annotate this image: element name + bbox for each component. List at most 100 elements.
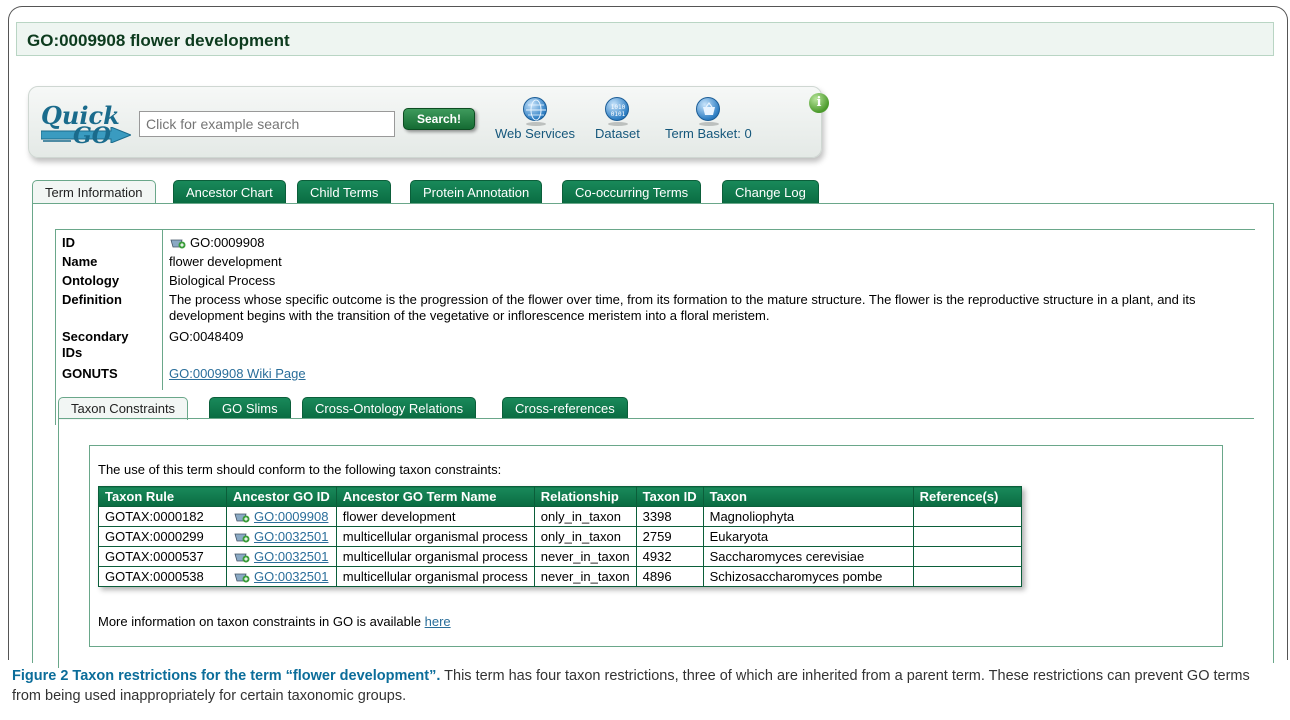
logo-text-go: GO	[73, 123, 111, 149]
database-icon: 1010 0101	[605, 97, 630, 126]
id-label: ID	[62, 235, 75, 250]
cell-relationship: never_in_taxon	[533, 546, 637, 567]
term-basket-button[interactable]: Term Basket: 0	[665, 97, 752, 141]
term-details: ID GO:0009908 Name flower development On…	[55, 229, 1255, 425]
cell-relationship: only_in_taxon	[533, 526, 637, 547]
name-label: Name	[62, 254, 98, 269]
quickgo-toolbar: Quick GO Search! Web Services 1010 0101 …	[28, 86, 829, 158]
more-info-text: More information on taxon constraints in…	[98, 614, 451, 629]
gonuts-wiki-link[interactable]: GO:0009908 Wiki Page	[169, 366, 306, 381]
globe-icon	[522, 97, 547, 126]
cell-ancestor-go-id: GO:0032501	[226, 566, 337, 587]
subtab-cross-ontology-relations[interactable]: Cross-Ontology Relations	[302, 397, 477, 419]
secondary-ids-value: GO:0048409	[169, 329, 244, 344]
go-id-link[interactable]: GO:0009908	[254, 509, 328, 524]
col-taxon: Taxon	[702, 486, 914, 507]
name-value: flower development	[169, 254, 282, 269]
ontology-value: Biological Process	[169, 273, 276, 288]
cell-taxon-rule: GOTAX:0000537	[98, 546, 227, 567]
add-to-basket-icon[interactable]	[233, 509, 250, 523]
subtab-cross-references[interactable]: Cross-references	[502, 397, 628, 419]
term-information-panel: ID GO:0009908 Name flower development On…	[32, 203, 1274, 668]
cell-taxon-id: 2759	[635, 526, 704, 547]
figure-caption: Figure 2 Taxon restrictions for the term…	[12, 666, 1282, 706]
column-divider	[162, 230, 163, 390]
search-input[interactable]	[139, 111, 395, 137]
col-taxon-rule: Taxon Rule	[98, 486, 227, 507]
tab-child-terms[interactable]: Child Terms	[297, 180, 392, 204]
table-row: GOTAX:0000299 GO:0032501 multicellular org…	[98, 526, 1022, 547]
web-services-button[interactable]: Web Services	[495, 97, 575, 141]
cell-references	[912, 526, 1022, 547]
term-basket-label: Term Basket: 0	[665, 126, 752, 141]
tab-protein-annotation[interactable]: Protein Annotation	[410, 180, 543, 204]
more-info-link[interactable]: here	[425, 614, 451, 629]
cell-taxon: Eukaryota	[702, 526, 914, 547]
dataset-label: Dataset	[595, 126, 640, 141]
definition-value: The process whose specific outcome is th…	[169, 292, 1196, 323]
add-to-basket-icon[interactable]	[233, 529, 250, 543]
basket-icon	[696, 97, 721, 126]
tab-change-log[interactable]: Change Log	[722, 180, 819, 204]
svg-text:1010: 1010	[611, 104, 626, 111]
col-ancestor-go-id: Ancestor GO ID	[226, 486, 337, 507]
cell-term-name: multicellular organismal process	[335, 566, 535, 587]
tab-ancestor-chart[interactable]: Ancestor Chart	[173, 180, 286, 204]
web-services-label: Web Services	[495, 126, 575, 141]
secondary-label-line1: Secondary	[62, 329, 129, 344]
ontology-label: Ontology	[62, 273, 120, 288]
page-title: GO:0009908 flower development	[16, 22, 1274, 56]
cell-references	[912, 506, 1022, 527]
cell-taxon: Schizosaccharomyces pombe	[702, 566, 914, 587]
cell-references	[912, 546, 1022, 567]
cell-taxon-id: 3398	[635, 506, 704, 527]
cell-references	[912, 566, 1022, 587]
secondary-ids-label: Secondary IDs	[62, 329, 162, 361]
caption-title: Figure 2 Taxon restrictions for the term…	[12, 668, 441, 684]
cell-term-name: flower development	[335, 506, 535, 527]
cell-ancestor-go-id: GO:0032501	[226, 526, 337, 547]
table-row: GOTAX:0000537 GO:0032501 multicellular org…	[98, 546, 1022, 567]
add-to-basket-icon[interactable]	[233, 569, 250, 583]
taxon-intro-text: The use of this term should conform to t…	[98, 462, 502, 477]
add-to-basket-icon[interactable]	[233, 549, 250, 563]
info-icon[interactable]: i	[809, 93, 829, 113]
go-id-link[interactable]: GO:0032501	[254, 569, 328, 584]
subtab-go-slims[interactable]: GO Slims	[209, 397, 291, 419]
go-id-link[interactable]: GO:0032501	[254, 529, 328, 544]
cell-ancestor-go-id: GO:0032501	[226, 546, 337, 567]
cell-taxon: Magnoliophyta	[702, 506, 914, 527]
go-id-link[interactable]: GO:0032501	[254, 549, 328, 564]
cell-taxon-rule: GOTAX:0000538	[98, 566, 227, 587]
cell-term-name: multicellular organismal process	[335, 546, 535, 567]
cell-term-name: multicellular organismal process	[335, 526, 535, 547]
search-button[interactable]: Search!	[403, 108, 475, 130]
col-ancestor-go-term-name: Ancestor GO Term Name	[335, 486, 535, 507]
table-row: GOTAX:0000182 GO:0009908 flower developmen…	[98, 506, 1022, 527]
taxon-table: Taxon Rule Ancestor GO ID Ancestor GO Te…	[98, 486, 1022, 587]
col-taxon-id: Taxon ID	[635, 486, 704, 507]
cell-relationship: never_in_taxon	[533, 566, 637, 587]
taxon-table-header: Taxon Rule Ancestor GO ID Ancestor GO Te…	[98, 486, 1022, 507]
dataset-button[interactable]: 1010 0101 Dataset	[595, 97, 640, 141]
table-row: GOTAX:0000538 GO:0032501 multicellular org…	[98, 566, 1022, 587]
taxon-constraints-box: The use of this term should conform to t…	[89, 445, 1223, 647]
taxon-constraints-panel: The use of this term should conform to t…	[58, 418, 1254, 668]
col-references: Reference(s)	[912, 486, 1022, 507]
id-value: GO:0009908	[190, 235, 265, 250]
col-relationship: Relationship	[533, 486, 637, 507]
definition-label: Definition	[62, 292, 122, 307]
cell-taxon-rule: GOTAX:0000182	[98, 506, 227, 527]
more-info-prefix: More information on taxon constraints in…	[98, 614, 425, 629]
cell-ancestor-go-id: GO:0009908	[226, 506, 337, 527]
id-value-cell: GO:0009908	[169, 235, 1249, 251]
gonuts-label: GONUTS	[62, 366, 118, 381]
quickgo-logo[interactable]: Quick GO	[37, 101, 133, 151]
add-to-basket-icon[interactable]	[169, 235, 186, 249]
tab-term-information[interactable]: Term Information	[32, 180, 156, 205]
cell-taxon-rule: GOTAX:0000299	[98, 526, 227, 547]
cell-taxon-id: 4932	[635, 546, 704, 567]
tab-co-occurring-terms[interactable]: Co-occurring Terms	[562, 180, 702, 204]
subtab-taxon-constraints[interactable]: Taxon Constraints	[58, 397, 189, 420]
cell-taxon: Saccharomyces cerevisiae	[702, 546, 914, 567]
